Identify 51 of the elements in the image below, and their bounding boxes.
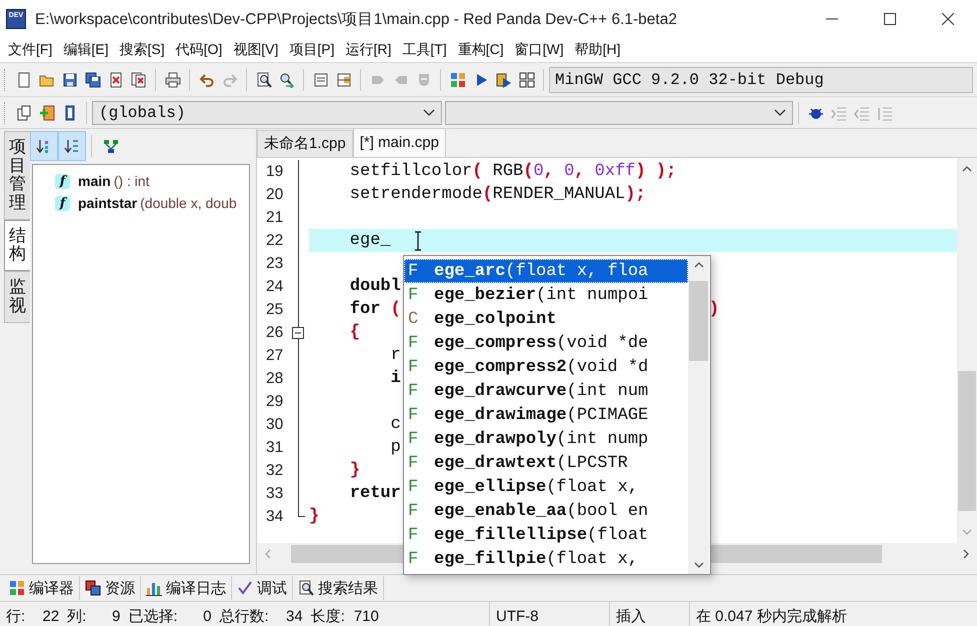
status-label: 总行数: xyxy=(220,606,269,626)
line-number: 22 xyxy=(265,231,284,251)
status-message: 在 0.047 秒内完成解析 xyxy=(696,606,847,626)
code-line: p xyxy=(390,437,401,459)
function-name: main xyxy=(78,173,111,189)
status-label: 列: xyxy=(67,606,86,626)
status-label: 已选择: xyxy=(128,606,178,626)
code-line: } xyxy=(348,460,360,482)
code-line: } xyxy=(309,506,320,528)
line-number: 33 xyxy=(265,484,284,504)
line-number: 24 xyxy=(265,277,284,297)
code-line: setrendermode(RENDER_MANUAL); xyxy=(348,184,646,206)
status-value: 710 xyxy=(352,608,379,624)
line-number: 25 xyxy=(265,300,284,320)
status-value: 0 xyxy=(202,608,212,624)
scope-value: (globals) xyxy=(99,104,186,122)
function-signature: () : int xyxy=(114,173,150,189)
function-signature: (double x, doub xyxy=(140,195,237,211)
line-number: 30 xyxy=(265,415,284,435)
insert-mode-label: 插入 xyxy=(616,606,646,626)
status-label: 行: xyxy=(6,606,26,626)
line-number: 20 xyxy=(265,185,284,205)
code-line: { xyxy=(348,322,360,344)
encoding-label: UTF-8 xyxy=(496,608,538,624)
line-number: 28 xyxy=(265,369,284,389)
status-label: 长度: xyxy=(310,606,345,626)
code-line: doubl xyxy=(348,276,401,298)
status-value: 34 xyxy=(285,608,303,624)
line-number: 29 xyxy=(265,392,284,412)
line-number: 34 xyxy=(265,507,284,527)
code-line: r xyxy=(390,345,401,367)
function-icon: f xyxy=(55,196,70,210)
line-number: 21 xyxy=(265,208,284,228)
window-title: E:\workspace\contributes\Dev-CPP\Projects\项目1\main.cpp - Red Panda Dev-C++ 6.1-beta2 xyxy=(35,10,677,30)
function-icon: f xyxy=(55,174,70,188)
code-line: for ( xyxy=(348,299,401,321)
code-line: retur xyxy=(348,483,401,505)
code-line: ) xyxy=(709,299,720,321)
line-number: 19 xyxy=(265,162,284,182)
line-number: 31 xyxy=(265,438,284,458)
code-line: i xyxy=(390,368,401,390)
line-number: 27 xyxy=(265,346,284,366)
code-line: setfillcolor( RGB(0, 0, 0xff) ); xyxy=(348,161,676,183)
line-number: 23 xyxy=(265,254,284,274)
line-number: 32 xyxy=(265,461,284,481)
code-line: c xyxy=(390,414,401,436)
code-line: ege_ xyxy=(348,230,391,252)
status-value: 22 xyxy=(41,608,60,624)
status-value: 9 xyxy=(111,608,120,624)
function-name: paintstar xyxy=(78,195,138,211)
line-number: 26 xyxy=(265,323,284,343)
